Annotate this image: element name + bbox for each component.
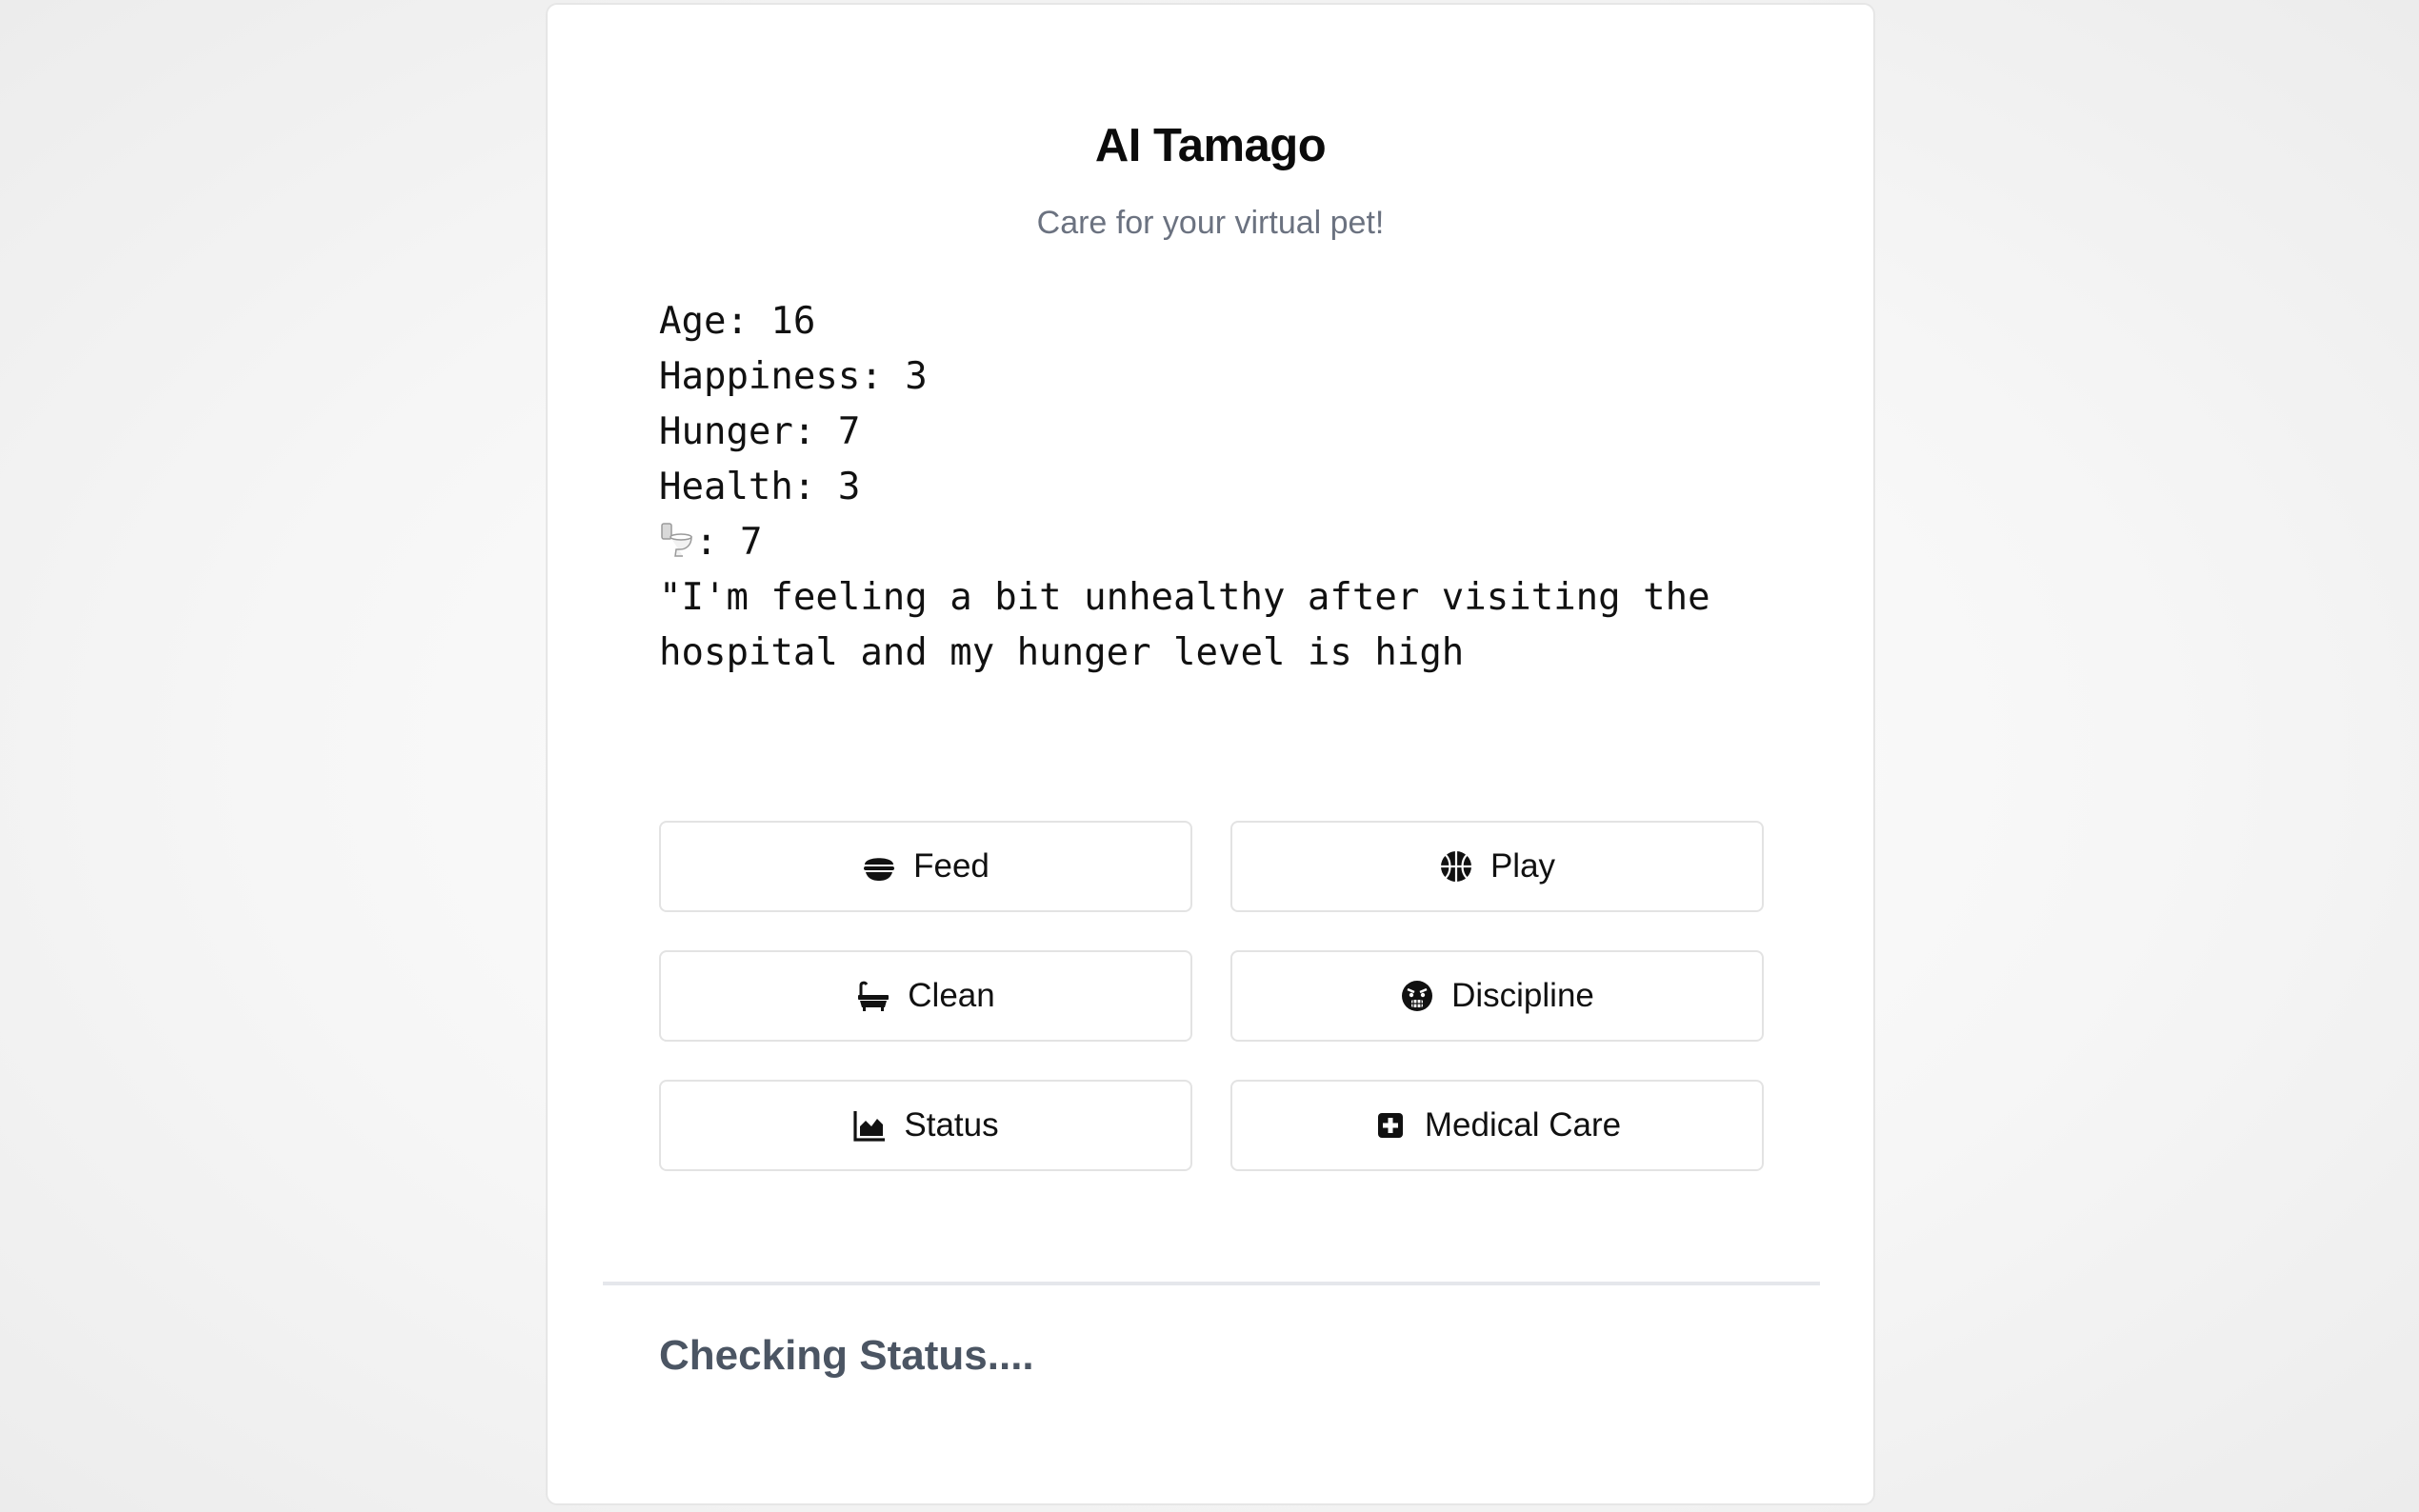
medical-care-button[interactable]: Medical Care: [1230, 1080, 1764, 1171]
discipline-button[interactable]: Discipline: [1230, 950, 1764, 1042]
stat-toilet: : 7: [659, 515, 1764, 570]
status-button[interactable]: Status: [659, 1080, 1192, 1171]
stat-health: Health: 3: [659, 466, 861, 508]
play-button[interactable]: Play: [1230, 821, 1764, 912]
stat-happiness: Happiness: 3: [659, 355, 928, 398]
toilet-icon: [659, 519, 695, 557]
area-chart-icon: [852, 1108, 887, 1143]
status-label: Status: [904, 1106, 999, 1144]
basketball-icon: [1439, 849, 1473, 884]
page-subtitle: Care for your virtual pet!: [1036, 205, 1385, 241]
medical-care-label: Medical Care: [1424, 1106, 1622, 1144]
page-title: AI Tamago: [1094, 120, 1327, 171]
pet-card: AI Tamago Care for your virtual pet! Age…: [546, 3, 1875, 1505]
discipline-label: Discipline: [1451, 977, 1594, 1014]
bathtub-icon: [856, 979, 890, 1013]
action-buttons: Feed Play Clean Discipline Status Medica…: [659, 821, 1764, 1171]
pet-message: "I'm feeling a bit unhealthy after visit…: [659, 576, 1710, 674]
medical-plus-icon: [1373, 1108, 1408, 1143]
pet-stats: Age: 16 Happiness: 3 Hunger: 7 Health: 3…: [659, 294, 1764, 681]
food-bowl-icon: [862, 849, 896, 884]
play-label: Play: [1489, 847, 1556, 885]
stat-age: Age: 16: [659, 300, 816, 343]
clean-button[interactable]: Clean: [659, 950, 1192, 1042]
stat-hunger: Hunger: 7: [659, 410, 861, 453]
feed-button[interactable]: Feed: [659, 821, 1192, 912]
angry-face-icon: [1400, 979, 1434, 1013]
status-message: Checking Status....: [659, 1332, 1034, 1379]
feed-label: Feed: [913, 847, 990, 885]
section-divider: [603, 1282, 1820, 1285]
stat-toilet-value: : 7: [695, 521, 763, 564]
clean-label: Clean: [908, 977, 995, 1014]
